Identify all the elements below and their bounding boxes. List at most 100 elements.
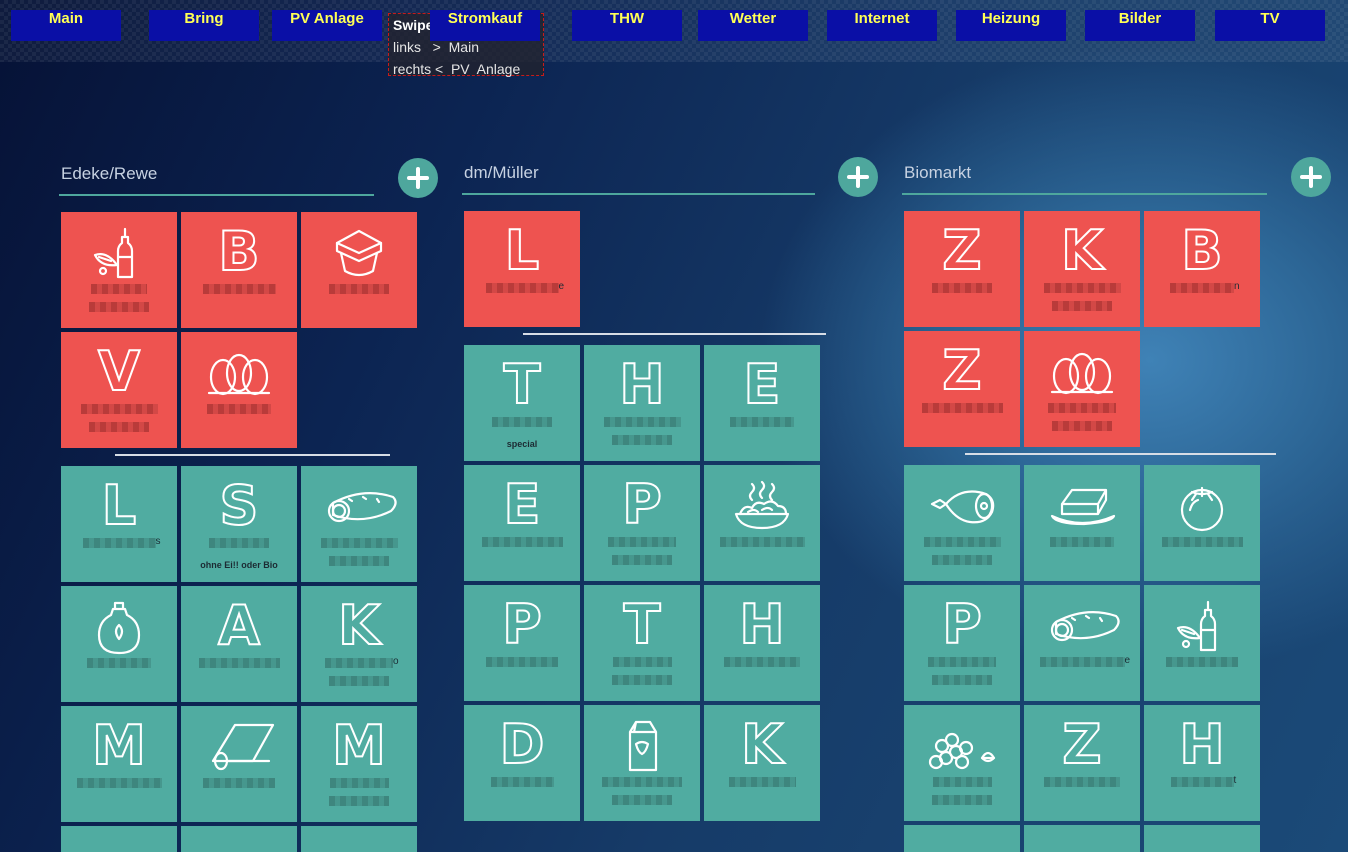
item-name-obscured bbox=[76, 778, 162, 788]
item-name-obscured bbox=[1044, 777, 1120, 787]
done-item-tile[interactable] bbox=[584, 705, 700, 821]
pending-item-tile[interactable]: Le bbox=[464, 211, 580, 327]
item-letter-glyph: T bbox=[464, 351, 580, 419]
item-letter: M bbox=[91, 714, 147, 777]
done-item-tile[interactable] bbox=[904, 705, 1020, 821]
item-spec-obscured bbox=[612, 435, 672, 445]
done-item-tile[interactable] bbox=[301, 826, 417, 852]
done-item-tile[interactable] bbox=[704, 465, 820, 581]
done-item-tile[interactable] bbox=[181, 706, 297, 822]
pending-item-tile[interactable]: Bn bbox=[1144, 211, 1260, 327]
list-title-underline bbox=[462, 193, 815, 195]
add-item-button-dm-mueller[interactable] bbox=[838, 157, 878, 197]
item-letter-glyph: M bbox=[301, 712, 417, 780]
nav-thw-button[interactable]: THW bbox=[572, 10, 682, 41]
item-letter: Z bbox=[941, 339, 982, 402]
done-item-tile[interactable]: P bbox=[904, 585, 1020, 701]
item-name-obscured bbox=[724, 657, 800, 667]
pending-done-separator bbox=[965, 453, 1276, 455]
done-item-tile[interactable]: M bbox=[61, 706, 177, 822]
pending-item-tile[interactable]: B bbox=[181, 212, 297, 328]
item-name-obscured bbox=[1161, 537, 1243, 547]
item-letter: B bbox=[1180, 219, 1223, 282]
item-letter: H bbox=[738, 593, 785, 656]
item-letter-glyph: V bbox=[61, 338, 177, 406]
nav-bilder-button[interactable]: Bilder bbox=[1085, 10, 1195, 41]
item-letter: D bbox=[499, 713, 546, 776]
pending-item-tile[interactable]: K bbox=[1024, 211, 1140, 327]
pending-item-tile[interactable] bbox=[61, 212, 177, 328]
nav-internet-button[interactable]: Internet bbox=[827, 10, 937, 41]
nav-bring-button[interactable]: Bring bbox=[149, 10, 259, 41]
done-item-tile[interactable]: K bbox=[704, 705, 820, 821]
done-item-tile[interactable]: P bbox=[584, 465, 700, 581]
done-item-tile[interactable] bbox=[1024, 465, 1140, 581]
done-item-tile[interactable]: Ko bbox=[301, 586, 417, 702]
done-item-tile[interactable]: E bbox=[464, 465, 580, 581]
item-name-obscured bbox=[603, 417, 681, 427]
add-item-button-biomarkt[interactable] bbox=[1291, 157, 1331, 197]
pending-item-tile[interactable] bbox=[301, 212, 417, 328]
list-title-edeke-rewe: Edeke/Rewe bbox=[61, 164, 158, 183]
nav-heizung-button[interactable]: Heizung bbox=[956, 10, 1066, 41]
item-name-obscured bbox=[728, 777, 796, 787]
item-name-obscured bbox=[485, 283, 559, 293]
item-letter: L bbox=[101, 474, 137, 537]
pending-item-tile[interactable] bbox=[181, 332, 297, 448]
done-item-tile[interactable]: Sohne Ei!! oder Bio bbox=[181, 466, 297, 582]
item-letter-glyph: H bbox=[584, 351, 700, 419]
done-item-tile[interactable]: M bbox=[301, 706, 417, 822]
done-item-tile[interactable]: e bbox=[1024, 585, 1140, 701]
item-letter-glyph: E bbox=[704, 351, 820, 419]
list-title-dm-mueller: dm/Müller bbox=[464, 163, 539, 182]
done-item-tile[interactable]: Z bbox=[1024, 705, 1140, 821]
done-item-tile[interactable]: Tspecial bbox=[464, 345, 580, 461]
done-item-tile[interactable] bbox=[181, 826, 297, 852]
item-name-obscured bbox=[608, 537, 676, 547]
pending-item-tile[interactable]: Z bbox=[904, 331, 1020, 447]
item-spec-obscured bbox=[932, 555, 992, 565]
done-item-tile[interactable] bbox=[904, 825, 1020, 852]
done-item-tile[interactable]: A bbox=[181, 586, 297, 702]
nav-wetter-button[interactable]: Wetter bbox=[698, 10, 808, 41]
item-name-obscured bbox=[82, 538, 156, 548]
done-item-tile[interactable]: Ht bbox=[1144, 705, 1260, 821]
done-item-tile[interactable] bbox=[1144, 825, 1260, 852]
nav-stromkauf-button[interactable]: Stromkauf bbox=[430, 10, 540, 41]
item-name-tail: s bbox=[155, 536, 161, 547]
done-item-tile[interactable]: P bbox=[464, 585, 580, 701]
item-name-tail: e bbox=[1124, 655, 1131, 666]
done-item-tile[interactable]: D bbox=[464, 705, 580, 821]
oil-bottle-icon bbox=[1144, 591, 1260, 659]
nav-main-button[interactable]: Main bbox=[11, 10, 121, 41]
top-navigation-bar: Main Bring PV Anlage Stromkauf THW Wette… bbox=[0, 0, 1348, 62]
done-item-tile[interactable]: Ls bbox=[61, 466, 177, 582]
done-item-tile[interactable] bbox=[1144, 585, 1260, 701]
item-name-obscured bbox=[202, 284, 276, 294]
item-spec-obscured bbox=[329, 556, 389, 566]
done-item-tile[interactable] bbox=[1144, 465, 1260, 581]
done-item-tile[interactable] bbox=[904, 465, 1020, 581]
pending-item-tile[interactable]: Z bbox=[904, 211, 1020, 327]
done-item-tile[interactable]: H bbox=[584, 345, 700, 461]
done-item-tile[interactable]: E bbox=[704, 345, 820, 461]
done-item-tile[interactable]: T bbox=[584, 585, 700, 701]
item-name-obscured bbox=[80, 404, 158, 414]
done-item-tile[interactable] bbox=[61, 586, 177, 702]
done-item-tile[interactable] bbox=[301, 466, 417, 582]
item-name-obscured bbox=[730, 417, 794, 427]
done-item-tile[interactable] bbox=[61, 826, 177, 852]
done-item-tile[interactable] bbox=[1024, 825, 1140, 852]
syrup-bottle-icon bbox=[61, 592, 177, 660]
nav-pv-anlage-button[interactable]: PV Anlage bbox=[272, 10, 382, 41]
item-letter-glyph: P bbox=[464, 591, 580, 659]
pending-item-tile[interactable] bbox=[1024, 331, 1140, 447]
nav-tv-button[interactable]: TV bbox=[1215, 10, 1325, 41]
done-item-tile[interactable]: H bbox=[704, 585, 820, 701]
add-item-button-edeke-rewe[interactable] bbox=[398, 158, 438, 198]
item-letter: Z bbox=[1061, 713, 1102, 776]
foil-roll-icon bbox=[181, 712, 297, 780]
pending-item-tile[interactable]: V bbox=[61, 332, 177, 448]
item-letter-glyph: H bbox=[704, 591, 820, 659]
eggs-icon bbox=[181, 338, 297, 406]
